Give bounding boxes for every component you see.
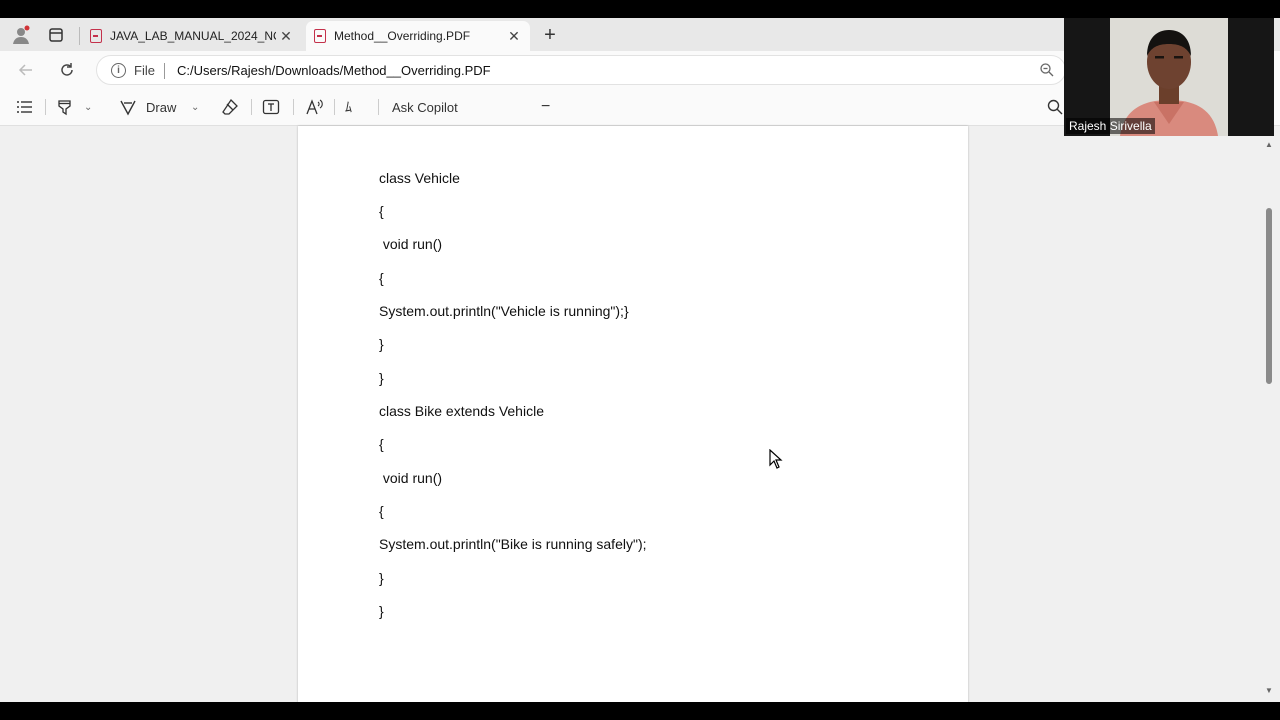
document-line: { xyxy=(379,503,384,519)
tab-method-overriding[interactable]: Method__Overriding.PDF ✕ xyxy=(306,21,530,51)
pdf-viewport[interactable]: class Vehicle { void run() { System.out.… xyxy=(0,126,1280,702)
close-tab-icon[interactable]: ✕ xyxy=(276,28,296,45)
toolbar-separator xyxy=(378,99,379,115)
document-line: { xyxy=(379,270,384,286)
draw-dropdown-icon[interactable]: ⌄ xyxy=(191,97,199,117)
tab-title: Method__Overriding.PDF xyxy=(334,29,471,43)
scroll-up-icon[interactable]: ▲ xyxy=(1264,140,1274,150)
draw-button[interactable]: Draw xyxy=(119,97,176,117)
address-separator xyxy=(164,63,165,79)
document-line: } xyxy=(379,603,384,619)
pdf-file-icon xyxy=(90,29,102,43)
ask-copilot-button[interactable]: Ask Copilot xyxy=(392,97,458,117)
draw-label: Draw xyxy=(146,99,177,115)
refresh-icon[interactable] xyxy=(55,58,79,82)
document-line: void run() xyxy=(379,236,443,252)
text-box-icon[interactable] xyxy=(262,97,280,117)
tab-title: JAVA_LAB_MANUAL_2024_NOVEMBER xyxy=(110,29,276,43)
webcam-overlay: Rajesh Sirivella xyxy=(1064,18,1274,136)
tab-actions-icon[interactable] xyxy=(45,24,67,46)
document-line: System.out.println("Vehicle is running")… xyxy=(379,303,629,319)
translate-icon[interactable]: ﾑ xyxy=(345,97,352,117)
tab-java-lab-manual[interactable]: JAVA_LAB_MANUAL_2024_NOVEMBER ✕ xyxy=(82,21,302,51)
contents-icon[interactable] xyxy=(16,97,34,117)
document-line: } xyxy=(379,336,384,352)
document-line: } xyxy=(379,370,384,386)
draw-icon xyxy=(120,100,136,116)
document-line: class Vehicle xyxy=(379,170,460,186)
screen-frame: JAVA_LAB_MANUAL_2024_NOVEMBER ✕ Method__… xyxy=(0,0,1280,720)
pdf-file-icon xyxy=(314,29,326,43)
profile-icon[interactable] xyxy=(10,24,32,46)
back-icon[interactable] xyxy=(14,58,38,82)
scheme-label: File xyxy=(134,63,155,78)
document-line: class Bike extends Vehicle xyxy=(379,403,544,419)
toolbar-separator xyxy=(251,99,252,115)
document-line: void run() xyxy=(379,470,443,486)
search-icon[interactable] xyxy=(1047,97,1063,117)
close-tab-icon[interactable]: ✕ xyxy=(504,28,524,45)
zoom-out-icon[interactable] xyxy=(1039,62,1057,80)
document-line: } xyxy=(379,570,384,586)
toolbar-separator xyxy=(334,99,335,115)
url-text[interactable]: C:/Users/Rajesh/Downloads/Method__Overri… xyxy=(177,63,491,78)
info-icon[interactable]: i xyxy=(111,63,126,78)
toolbar-separator xyxy=(293,99,294,115)
scrollbar-thumb[interactable] xyxy=(1266,208,1272,384)
highlight-icon[interactable] xyxy=(56,97,74,117)
highlight-dropdown-icon[interactable]: ⌄ xyxy=(84,97,92,117)
mouse-cursor-icon xyxy=(769,448,783,469)
vertical-scrollbar[interactable]: ▲ ▼ xyxy=(1262,126,1278,702)
document-line: { xyxy=(379,203,384,219)
eraser-icon[interactable] xyxy=(221,97,239,117)
toolbar-separator xyxy=(45,99,46,115)
scroll-down-icon[interactable]: ▼ xyxy=(1264,686,1274,696)
document-line: System.out.println("Bike is running safe… xyxy=(379,536,647,552)
participant-name: Rajesh Sirivella xyxy=(1066,118,1155,134)
tab-separator xyxy=(79,27,80,45)
zoom-minus-icon[interactable]: − xyxy=(541,97,550,117)
new-tab-icon[interactable]: + xyxy=(539,24,561,46)
read-aloud-icon[interactable] xyxy=(305,97,323,117)
pdf-page: class Vehicle { void run() { System.out.… xyxy=(298,126,968,702)
address-bar[interactable]: i File C:/Users/Rajesh/Downloads/Method_… xyxy=(96,55,1066,85)
document-line: { xyxy=(379,436,384,452)
